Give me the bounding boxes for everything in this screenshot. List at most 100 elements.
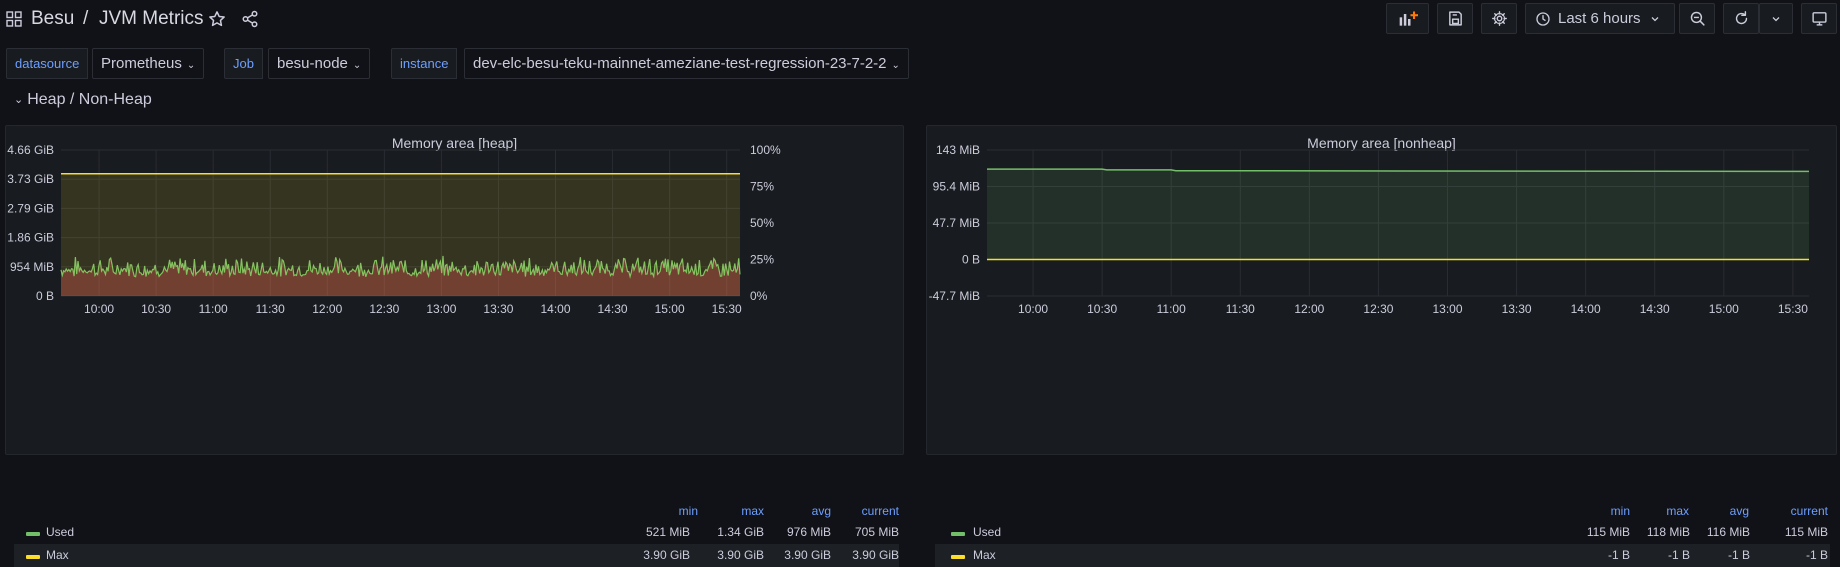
dashboard-settings-button[interactable] [1481,3,1517,34]
x-tick-label: 12:00 [312,302,342,316]
monitor-icon [1811,12,1827,26]
panel-memory-heap: Memory area [heap] 0 B 954 MiB 1.86 GiB 2.7… [5,125,905,567]
legend-value-current: 705 MiB [854,525,899,539]
x-tick-label: 12:00 [1294,302,1324,316]
x-tick-label: 12:30 [369,302,399,316]
nonheap-chart[interactable]: -47.7 MiB 0 B 47.7 MiB 95.4 MiB 143 MiB 10:00… [927,126,1838,381]
legend-col-min[interactable]: min [1590,504,1630,518]
legend-col-min[interactable]: min [658,504,698,518]
legend-swatch-max [26,555,40,559]
y-tick-label: 95.4 MiB [933,180,980,194]
legend-swatch-used [26,532,40,536]
add-panel-button[interactable] [1386,3,1429,34]
legend-value-max: -1 B [1667,548,1690,562]
instance-value: dev-elc-besu-teku-mainnet-ameziane-test-… [473,55,887,72]
x-tick-label: 14:30 [1640,302,1670,316]
y2-tick-label: 75% [750,180,774,194]
legend-series-name: Max [46,548,69,562]
star-icon[interactable] [208,10,226,28]
x-tick-label: 13:00 [426,302,456,316]
refresh-interval-dropdown[interactable] [1759,3,1793,34]
x-tick-label: 14:30 [598,302,628,316]
zoom-out-button[interactable] [1679,3,1715,34]
chevron-down-icon [1772,16,1780,21]
breadcrumb-folder[interactable]: Besu [31,8,74,30]
dashboard-title[interactable]: JVM Metrics [99,8,204,30]
variable-label-datasource: datasource [6,48,89,79]
breadcrumb-separator: / [83,8,89,29]
chevron-down-icon: ⌄ [352,60,362,71]
refresh-icon [1735,11,1747,25]
zoom-out-icon [1690,11,1705,26]
y2-tick-label: 100% [750,143,781,157]
legend-series-name: Used [973,525,1002,539]
job-select[interactable]: besu-node ⌄ [268,48,371,79]
legend-value-min: -1 B [1607,548,1630,562]
y-tick-label: 1.86 GiB [7,231,54,245]
save-dashboard-button[interactable] [1437,3,1473,34]
x-tick-label: 11:00 [1157,302,1186,316]
legend-value-current: 115 MiB [1784,525,1828,539]
legend-value-avg: -1 B [1727,548,1750,562]
y-tick-label: 47.7 MiB [933,216,980,230]
legend-col-max[interactable]: max [724,504,764,518]
legend-value-current: -1 B [1805,548,1828,562]
legend-swatch-max [951,555,965,559]
dashboard-nav: Besu / JVM Metrics Last 6 hours [0,0,1840,40]
y-tick-label: 4.66 GiB [7,143,54,157]
legend-row-max[interactable]: Max -1 B -1 B -1 B -1 B [935,544,1830,567]
chevron-down-icon: ⌄ [186,60,196,71]
legend-row-max[interactable]: Max 3.90 GiB 3.90 GiB 3.90 GiB 3.90 GiB [14,544,899,567]
legend-col-current[interactable]: current [1775,504,1828,518]
legend-row-used[interactable]: Used 521 MiB 1.34 GiB 976 MiB 705 MiB [14,521,899,544]
legend-swatch-used [951,532,965,536]
x-tick-label: 13:00 [1432,302,1462,316]
time-range-label: Last 6 hours [1558,10,1641,27]
legend-col-avg[interactable]: avg [791,504,831,518]
time-range-picker[interactable]: Last 6 hours [1525,3,1675,34]
legend-col-avg[interactable]: avg [1709,504,1749,518]
variable-label-instance: instance [391,48,458,79]
y-tick-label: 954 MiB [10,260,54,274]
instance-select[interactable]: dev-elc-besu-teku-mainnet-ameziane-test-… [464,48,909,79]
legend-value-min: 3.90 GiB [643,548,690,562]
y2-tick-label: 0% [750,289,768,303]
y-tick-label: 3.73 GiB [7,172,54,186]
series-area-max [61,173,740,296]
datasource-value: Prometheus [101,55,182,72]
legend-col-max[interactable]: max [1649,504,1689,518]
y2-tick-label: 25% [750,253,774,267]
x-tick-label: 11:00 [199,302,228,316]
y-tick-label: -47.7 MiB [929,289,980,303]
variable-label-job: Job [224,48,263,79]
gear-icon [1491,11,1507,26]
share-icon[interactable] [241,10,259,28]
legend-row-used[interactable]: Used 115 MiB 118 MiB 116 MiB 115 MiB [935,521,1830,544]
x-tick-label: 10:00 [1018,302,1048,316]
legend-value-min: 521 MiB [645,525,690,539]
x-tick-label: 15:30 [1778,302,1808,316]
y-tick-label: 0 B [962,253,980,267]
series-area-used [987,169,1809,260]
x-tick-label: 10:30 [141,302,171,316]
panel-memory-nonheap: Memory area [nonheap] -47.7 MiB 0 B 47.7 M… [926,125,1838,567]
row-title: Heap / Non-Heap [27,91,152,108]
legend-value-current: 3.90 GiB [852,548,899,562]
legend-value-max: 3.90 GiB [717,548,764,562]
y-tick-label: 2.79 GiB [7,201,54,215]
x-tick-label: 13:30 [483,302,513,316]
datasource-select[interactable]: Prometheus ⌄ [92,48,205,79]
add-panel-icon [1399,11,1418,26]
clock-icon [1536,11,1550,26]
job-value: besu-node [277,55,348,72]
x-tick-label: 13:30 [1502,302,1532,316]
heap-chart[interactable]: 0 B 954 MiB 1.86 GiB 2.79 GiB 3.73 GiB 4.66 G… [6,126,905,381]
refresh-button[interactable] [1723,3,1759,34]
legend-col-current[interactable]: current [846,504,899,518]
row-header-heap-nonheap[interactable]: ⌄ Heap / Non-Heap [14,91,152,109]
view-mode-button[interactable] [1801,3,1837,34]
x-tick-label: 12:30 [1363,302,1393,316]
x-tick-label: 15:30 [712,302,742,316]
dashboard-grid-icon[interactable] [6,11,22,27]
chevron-down-icon [1651,16,1659,21]
